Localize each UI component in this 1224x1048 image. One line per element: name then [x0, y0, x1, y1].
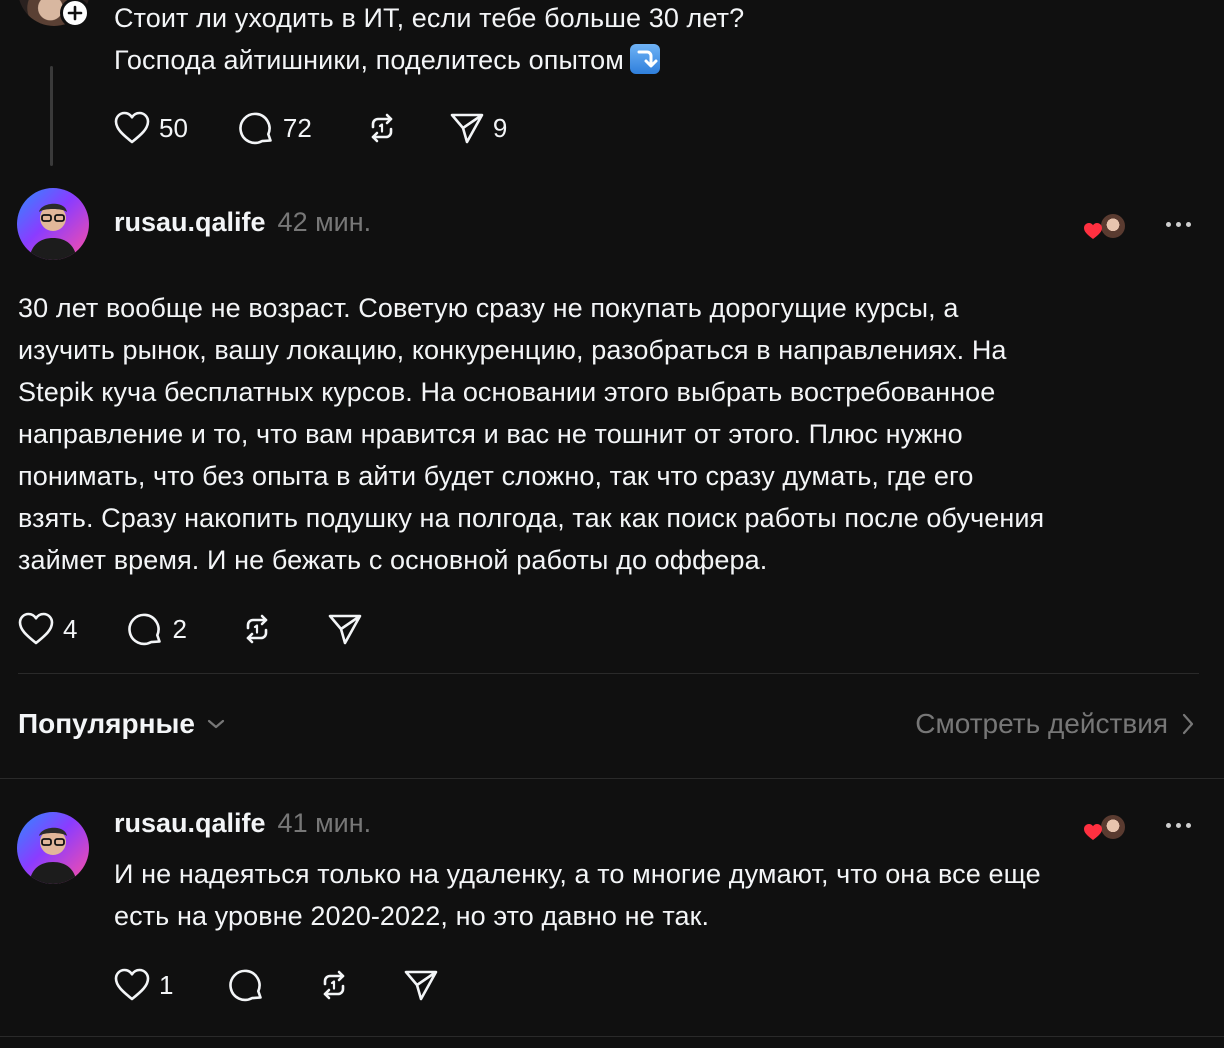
follow-plus-icon[interactable] [60, 0, 90, 28]
reply2-time: 41 мин. [277, 808, 372, 838]
reply1-line: изучить рынок, вашу локацию, конкуренцию… [18, 335, 1007, 365]
share-button[interactable] [404, 968, 438, 1002]
chevron-right-icon [1182, 713, 1194, 735]
liker-avatar [1099, 212, 1127, 240]
like-button[interactable]: 1 [114, 968, 173, 1002]
red-heart-icon [1084, 223, 1102, 239]
comment-count: 2 [172, 613, 187, 644]
reply1-author-liked-badge [1083, 212, 1129, 242]
reply1-text: 30 лет вообще не возраст. Советую сразу … [18, 287, 1044, 581]
liker-avatar [1099, 813, 1127, 841]
send-icon [405, 970, 438, 1001]
reply1-avatar[interactable] [17, 188, 89, 260]
reply2-avatar[interactable] [17, 812, 89, 884]
original-post-line-2-wrap: Господа айтишники, поделитесь опытом [114, 39, 744, 81]
like-count: 4 [63, 613, 78, 644]
reply1-more-options-icon[interactable] [1166, 222, 1191, 227]
repost-icon [324, 970, 345, 1000]
reply2-actions: 1 [114, 967, 438, 1003]
comment-count: 72 [282, 112, 312, 143]
reply1-time: 42 мин. [277, 207, 372, 237]
reply1-line: Stepik куча бесплатных курсов. На основа… [18, 377, 996, 407]
share-button[interactable] [328, 612, 362, 646]
reply2-author-liked-badge [1083, 813, 1129, 843]
divider [0, 1036, 1224, 1037]
send-icon [450, 113, 484, 144]
repost-button[interactable] [364, 110, 400, 146]
send-icon [328, 614, 362, 645]
reply2-username[interactable]: rusau.qalife [114, 808, 266, 839]
reply1-header: rusau.qalife 42 мин. [114, 207, 371, 238]
divider [0, 778, 1224, 779]
reply1-line: понимать, что без опыта в айти будет сло… [18, 461, 974, 491]
comment-icon [239, 112, 272, 145]
see-actions-link[interactable]: Смотреть действия [915, 708, 1194, 740]
reply1-line: займет время. И не бежать с основной раб… [18, 545, 768, 575]
arrow-down-emoji-icon [629, 44, 660, 74]
repost-button[interactable] [239, 611, 275, 647]
repost-icon [371, 113, 393, 143]
share-button[interactable]: 9 [450, 111, 507, 145]
like-count: 1 [159, 969, 174, 1000]
heart-icon [114, 111, 150, 144]
reply2-line: есть на уровне 2020-2022, но это давно н… [114, 901, 710, 931]
reply2-line: И не надеяться только на удаленку, а то … [114, 859, 1041, 889]
reply1-actions: 4 2 [18, 611, 362, 647]
comment-icon [229, 969, 263, 1002]
original-post-line-1: Стоит ли уходить в ИТ, если тебе больше … [114, 3, 745, 33]
heart-icon [114, 968, 150, 1001]
share-count: 9 [492, 112, 508, 143]
thread-line [50, 66, 53, 166]
reply1-line: 30 лет вообще не возраст. Советую сразу … [18, 293, 959, 323]
repost-icon [246, 614, 268, 644]
chevron-down-icon [207, 719, 225, 729]
reply2-text: И не надеяться только на удаленку, а то … [114, 853, 1041, 937]
repost-button[interactable] [316, 967, 352, 1003]
reply1-line: направление и то, что вам нравится и вас… [18, 419, 963, 449]
like-button[interactable]: 4 [18, 612, 77, 646]
comment-button[interactable] [228, 967, 264, 1003]
reply2-header: rusau.qalife 41 мин. [114, 808, 371, 839]
original-post-text: Стоит ли уходить в ИТ, если тебе больше … [114, 0, 744, 81]
reply2-more-options-icon[interactable] [1166, 823, 1191, 828]
comment-button[interactable]: 2 [127, 611, 187, 647]
comment-icon [128, 613, 162, 646]
see-actions-label: Смотреть действия [915, 708, 1168, 739]
comment-button[interactable]: 72 [238, 110, 312, 146]
reply1-username[interactable]: rusau.qalife [114, 207, 266, 238]
divider [18, 673, 1199, 674]
original-post-actions: 50 72 9 [114, 110, 507, 146]
red-heart-icon [1084, 824, 1102, 840]
like-count: 50 [159, 112, 188, 143]
heart-icon [18, 612, 54, 645]
sort-dropdown[interactable]: Популярные [18, 708, 225, 740]
original-post-line-2: Господа айтишники, поделитесь опытом [114, 45, 624, 75]
like-button[interactable]: 50 [114, 111, 188, 145]
sort-label: Популярные [18, 708, 195, 739]
reply1-line: взять. Сразу накопить подушку на полгода… [18, 503, 1045, 533]
